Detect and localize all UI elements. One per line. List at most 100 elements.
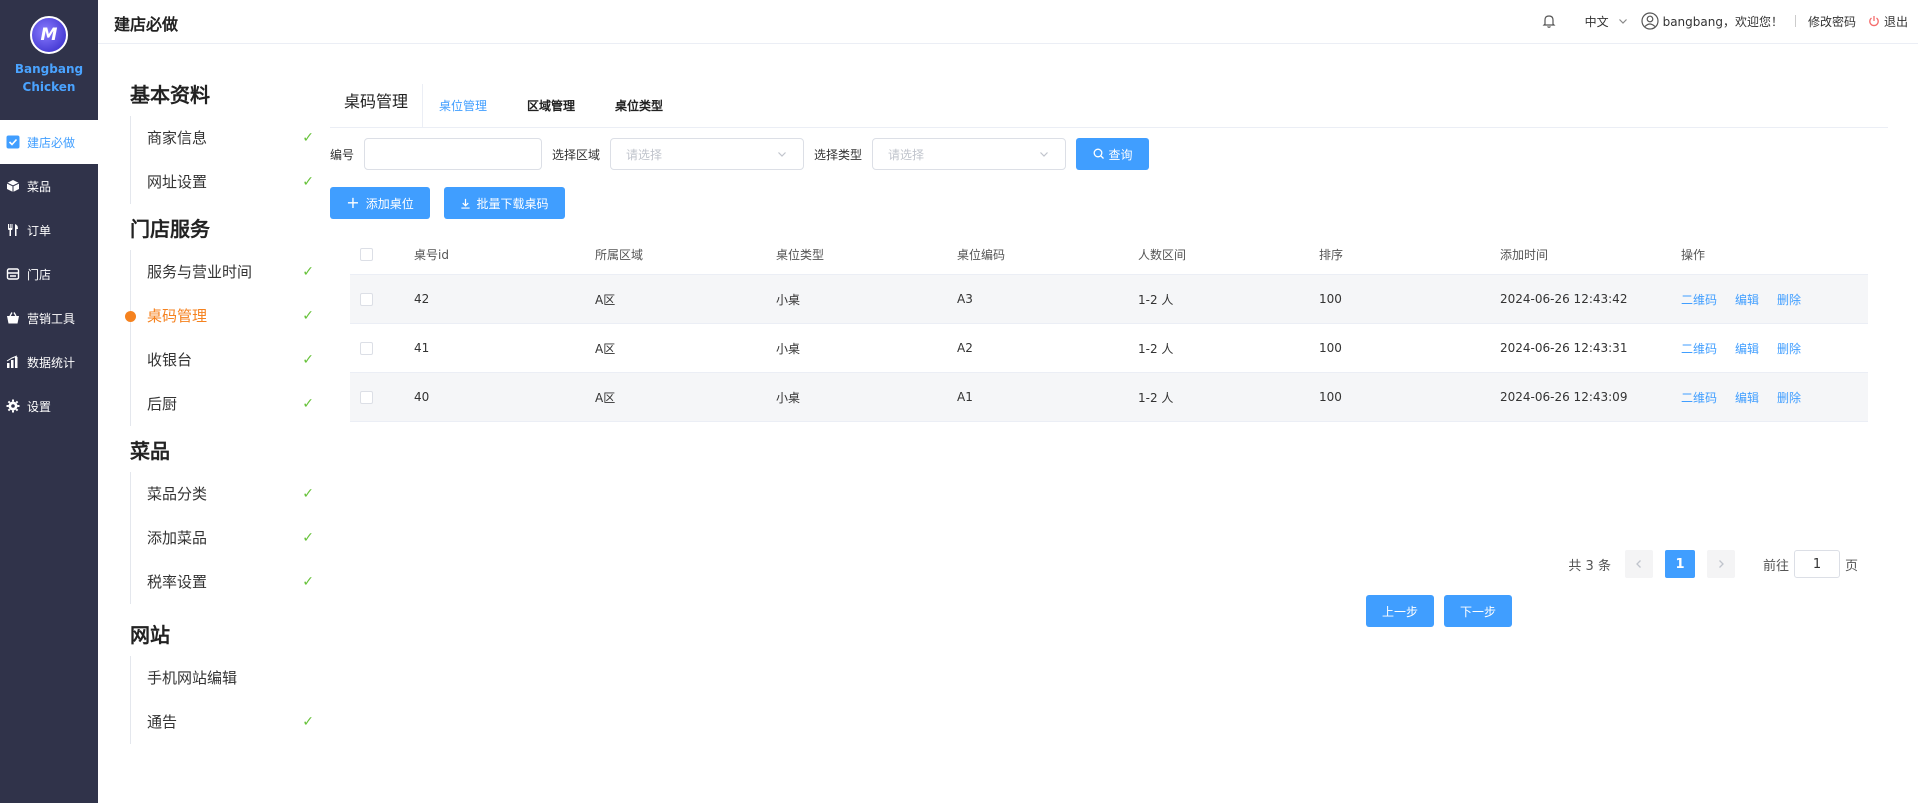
area-select[interactable]: 请选择 — [610, 138, 805, 170]
cell-time: 2024-06-26 12:43:09 — [1500, 390, 1628, 404]
nav-item-build-store[interactable]: 建店必做 — [0, 120, 98, 164]
main-nav: M Bangbang Chicken 建店必做 菜品 订单 门店 营销工具 数据… — [0, 0, 98, 803]
add-table-button[interactable]: + 添加桌位 — [330, 187, 430, 219]
prev-step-button[interactable]: 上一步 — [1366, 595, 1434, 627]
step-service-hours[interactable]: 服务与营业时间 ✓ — [131, 250, 320, 294]
step-mobile-site[interactable]: 手机网站编辑 — [131, 656, 320, 700]
delete-link[interactable]: 删除 — [1777, 391, 1801, 405]
nav-item-orders[interactable]: 订单 — [0, 208, 98, 252]
step-table-code[interactable]: 桌码管理 ✓ — [125, 294, 320, 338]
batch-download-button[interactable]: 批量下载桌码 — [444, 187, 565, 219]
brand-name-line1: Bangbang — [14, 62, 84, 76]
goto-page-input[interactable]: 1 — [1793, 550, 1840, 578]
tab-bar: 桌码管理 桌位管理 区域管理 桌位类型 — [330, 83, 1888, 128]
fork-knife-icon — [6, 223, 20, 237]
bar-chart-icon — [6, 355, 20, 369]
next-page-button[interactable] — [1706, 550, 1735, 578]
column-header: 所属区域 — [595, 248, 644, 262]
bell-icon[interactable] — [1541, 13, 1557, 29]
row-checkbox[interactable] — [360, 341, 373, 355]
step-label: 收银台 — [147, 351, 193, 369]
batch-download-label: 批量下载桌码 — [476, 196, 549, 211]
tab-area-management[interactable]: 区域管理 — [527, 84, 575, 128]
row-checkbox[interactable] — [360, 390, 373, 404]
page-number-current[interactable]: 1 — [1664, 550, 1695, 578]
nav-item-marketing[interactable]: 营销工具 — [0, 296, 98, 340]
table-row: 40 A区 小桌 A1 1-2 人 100 2024-06-26 12:43:0… — [350, 373, 1868, 422]
column-header: 人数区间 — [1138, 248, 1187, 262]
step-kitchen[interactable]: 后厨 ✓ — [131, 382, 320, 426]
brand-logo[interactable]: M Bangbang Chicken — [0, 0, 98, 120]
table-list: 桌号id 所属区域 桌位类型 桌位编码 人数区间 排序 添加时间 操作 42 A… — [350, 235, 1868, 422]
column-header: 添加时间 — [1500, 248, 1549, 262]
delete-link[interactable]: 删除 — [1777, 293, 1801, 307]
tab-table-type[interactable]: 桌位类型 — [615, 84, 663, 128]
edit-link[interactable]: 编辑 — [1735, 391, 1759, 405]
section-title: 基本资料 — [130, 83, 210, 107]
edit-link[interactable]: 编辑 — [1735, 342, 1759, 356]
check-icon: ✓ — [302, 174, 314, 190]
section-title: 菜品 — [130, 439, 170, 463]
step-merchant-info[interactable]: 商家信息 ✓ — [131, 116, 320, 160]
brand-name-line2: Chicken — [22, 80, 76, 94]
step-dish-category[interactable]: 菜品分类 ✓ — [131, 472, 320, 516]
download-icon — [461, 198, 471, 209]
chevron-right-icon — [1719, 560, 1724, 568]
cell-people: 1-2 人 — [1138, 390, 1174, 405]
step-url-settings[interactable]: 网址设置 ✓ — [131, 160, 320, 204]
top-header: 建店必做 中文 bangbang，欢迎您！ 修改密码 退出 — [98, 0, 1918, 44]
search-button[interactable]: 查询 — [1076, 138, 1150, 170]
search-icon — [1093, 148, 1104, 159]
code-label: 编号 — [330, 147, 355, 162]
nav-item-settings[interactable]: 设置 — [0, 384, 98, 428]
chevron-left-icon — [1636, 560, 1641, 568]
type-placeholder: 请选择 — [888, 147, 925, 162]
nav-item-dishes[interactable]: 菜品 — [0, 164, 98, 208]
tab-table-management[interactable]: 桌位管理 — [439, 84, 487, 128]
nav-item-statistics[interactable]: 数据统计 — [0, 340, 98, 384]
step-label: 后厨 — [147, 395, 178, 413]
cell-time: 2024-06-26 12:43:31 — [1500, 341, 1628, 355]
row-checkbox[interactable] — [360, 292, 373, 306]
cell-sort: 100 — [1319, 292, 1342, 306]
prev-page-button[interactable] — [1624, 550, 1653, 578]
next-step-button[interactable]: 下一步 — [1444, 595, 1512, 627]
nav-item-store[interactable]: 门店 — [0, 252, 98, 296]
step-label: 桌码管理 — [147, 307, 208, 325]
add-table-label: 添加桌位 — [365, 196, 414, 211]
step-notice[interactable]: 通告 ✓ — [131, 700, 320, 744]
nav-item-label: 门店 — [27, 267, 52, 282]
store-icon — [6, 267, 20, 281]
qrcode-link[interactable]: 二维码 — [1681, 391, 1717, 405]
language-select[interactable]: 中文 — [1585, 13, 1629, 30]
qrcode-link[interactable]: 二维码 — [1681, 293, 1717, 307]
step-tax-settings[interactable]: 税率设置 ✓ — [131, 560, 320, 604]
cell-area: A区 — [595, 292, 616, 307]
check-icon: ✓ — [302, 714, 314, 730]
nav-item-label: 菜品 — [27, 179, 52, 194]
delete-link[interactable]: 删除 — [1777, 342, 1801, 356]
cell-code: A2 — [957, 341, 973, 355]
box-icon — [6, 179, 20, 193]
type-select[interactable]: 请选择 — [872, 138, 1067, 170]
qrcode-link[interactable]: 二维码 — [1681, 342, 1717, 356]
logout-link[interactable]: 退出 — [1868, 13, 1908, 30]
select-all-checkbox[interactable] — [360, 248, 373, 261]
cell-type: 小桌 — [776, 390, 801, 405]
type-label: 选择类型 — [814, 147, 863, 162]
cell-time: 2024-06-26 12:43:42 — [1500, 292, 1628, 306]
cell-sort: 100 — [1319, 390, 1342, 404]
cell-type: 小桌 — [776, 292, 801, 307]
table-row: 41 A区 小桌 A2 1-2 人 100 2024-06-26 12:43:3… — [350, 324, 1868, 373]
step-cashier[interactable]: 收银台 ✓ — [131, 338, 320, 382]
code-input[interactable] — [364, 138, 543, 170]
step-add-dish[interactable]: 添加菜品 ✓ — [131, 516, 320, 560]
goto-label: 前往 — [1762, 558, 1789, 574]
cell-id: 41 — [414, 341, 430, 355]
user-welcome: bangbang，欢迎您！ — [1662, 14, 1783, 29]
current-step-dot — [125, 311, 136, 322]
user-info[interactable]: bangbang，欢迎您！ — [1640, 12, 1783, 30]
edit-link[interactable]: 编辑 — [1735, 293, 1759, 307]
change-password-link[interactable]: 修改密码 — [1808, 13, 1856, 30]
cell-area: A区 — [595, 341, 616, 356]
